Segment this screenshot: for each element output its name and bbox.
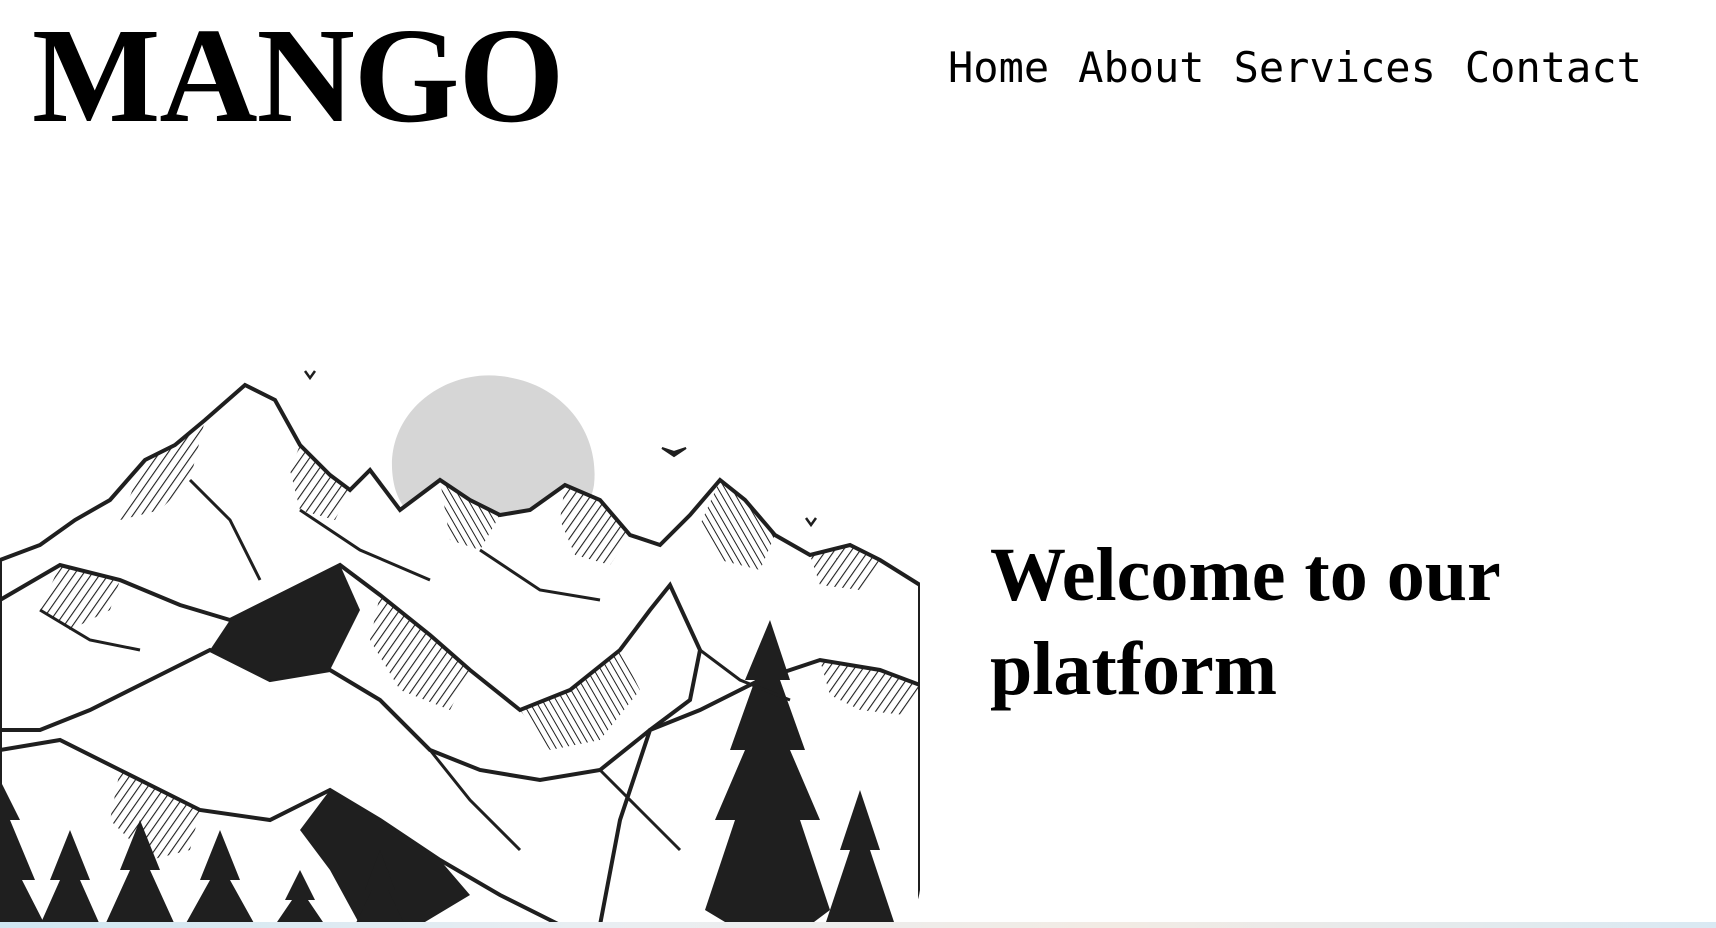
- nav-link-about[interactable]: About: [1078, 42, 1204, 94]
- bottom-edge-strip: [0, 922, 1716, 928]
- main-nav: Home About Services Contact: [948, 42, 1642, 94]
- bird-shape: [303, 370, 317, 381]
- bird-shape: [661, 447, 687, 458]
- hero-headline: Welcome to our platform: [990, 533, 1500, 711]
- nav-link-contact[interactable]: Contact: [1465, 42, 1642, 94]
- mountain-illustration: [0, 350, 920, 925]
- bird-shape: [804, 517, 818, 528]
- nav-link-home[interactable]: Home: [948, 42, 1049, 94]
- nav-link-services[interactable]: Services: [1234, 42, 1436, 94]
- brand-logo[interactable]: MANGO: [32, 8, 564, 144]
